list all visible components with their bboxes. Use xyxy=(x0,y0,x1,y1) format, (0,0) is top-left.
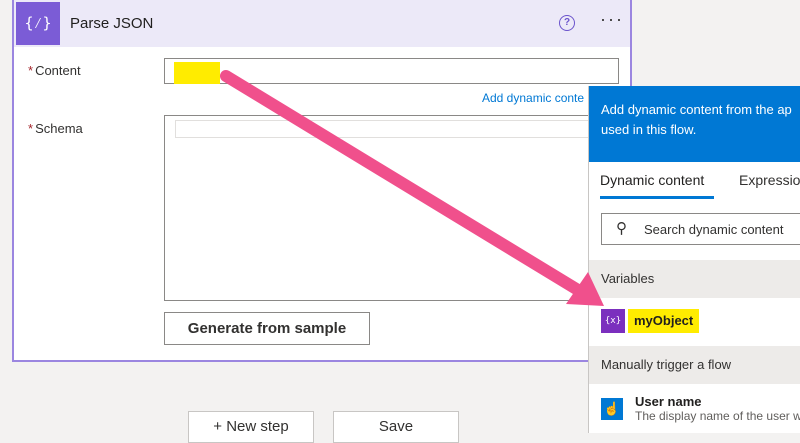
content-input[interactable] xyxy=(164,58,619,84)
help-icon[interactable]: ? xyxy=(559,15,575,31)
required-asterisk: * xyxy=(28,63,34,78)
new-step-button[interactable]: + New step xyxy=(188,411,314,443)
schema-label-text: Schema xyxy=(35,121,83,136)
banner-line-2: used in this flow. xyxy=(601,122,697,137)
active-tab-indicator xyxy=(600,196,714,199)
required-asterisk: * xyxy=(28,121,34,136)
more-options-icon[interactable]: ··· xyxy=(600,9,624,30)
search-icon: ⚲ xyxy=(616,220,627,237)
parse-json-card: {⁄} Parse JSON ? ··· * Content Add dynami… xyxy=(12,0,632,362)
search-placeholder: Search dynamic content xyxy=(644,222,784,237)
generate-from-sample-button[interactable]: Generate from sample xyxy=(164,312,370,345)
variable-icon: {x} xyxy=(601,309,625,333)
manual-trigger-icon: ☝ xyxy=(601,398,623,420)
banner-line-1: Add dynamic content from the ap xyxy=(601,102,792,117)
save-button[interactable]: Save xyxy=(333,411,459,443)
user-name-description: The display name of the user w xyxy=(635,409,800,423)
dynamic-content-search[interactable]: ⚲ Search dynamic content xyxy=(601,213,800,245)
content-label: * Content xyxy=(28,63,81,78)
parse-json-icon: {⁄} xyxy=(16,2,60,45)
tab-dynamic-content[interactable]: Dynamic content xyxy=(600,172,704,188)
card-title[interactable]: Parse JSON xyxy=(70,15,153,32)
content-label-text: Content xyxy=(35,63,81,78)
variable-item-myobject[interactable]: {x} myObject xyxy=(589,305,800,341)
variable-name: myObject xyxy=(628,309,700,333)
card-header[interactable]: {⁄} Parse JSON ? ··· xyxy=(14,0,630,47)
user-name-title: User name xyxy=(635,394,702,409)
content-highlight xyxy=(174,62,220,84)
dynamic-item-user-name[interactable]: ☝ User name The display name of the user… xyxy=(589,392,800,432)
panel-banner: Add dynamic content from the ap used in … xyxy=(589,86,800,162)
add-dynamic-content-link[interactable]: Add dynamic conte xyxy=(482,91,584,105)
tab-expression[interactable]: Expressio xyxy=(739,172,800,188)
section-variables: Variables xyxy=(589,260,800,298)
dynamic-content-panel: Add dynamic content from the ap used in … xyxy=(588,86,800,433)
section-manual-trigger: Manually trigger a flow xyxy=(589,346,800,384)
schema-label: * Schema xyxy=(28,121,83,136)
schema-inner-line xyxy=(175,120,607,138)
schema-input[interactable] xyxy=(164,115,619,301)
